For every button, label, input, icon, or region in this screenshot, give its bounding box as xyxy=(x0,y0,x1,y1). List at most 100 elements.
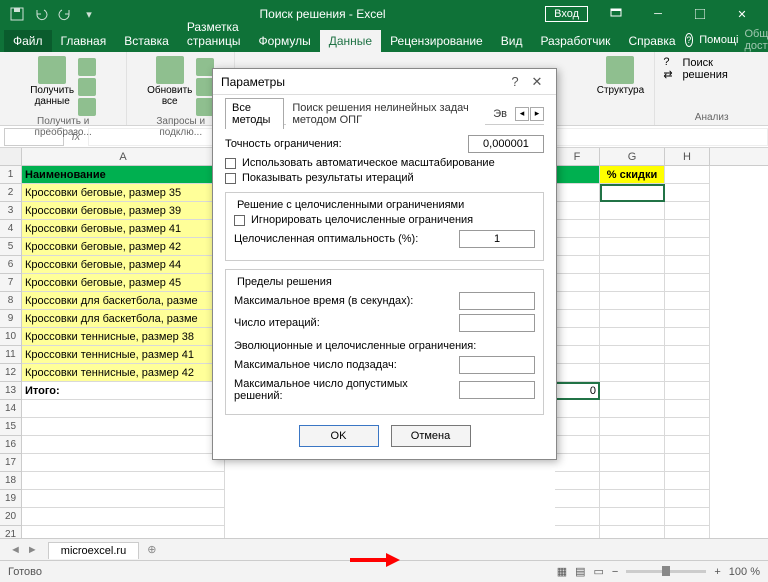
cell[interactable] xyxy=(665,184,710,202)
redo-icon[interactable] xyxy=(54,3,76,25)
cell[interactable] xyxy=(555,508,600,526)
cell[interactable] xyxy=(600,490,665,508)
cell[interactable] xyxy=(600,220,665,238)
cell[interactable] xyxy=(600,328,665,346)
tell-me-label[interactable]: Помощі xyxy=(699,34,738,46)
ok-button[interactable]: OK xyxy=(299,425,379,447)
cell[interactable] xyxy=(600,382,665,400)
cell[interactable]: % скидки xyxy=(600,166,665,184)
cell[interactable] xyxy=(555,238,600,256)
sheet-tab[interactable]: microexcel.ru xyxy=(48,542,139,559)
tab-view[interactable]: Вид xyxy=(492,30,532,52)
from-web-icon[interactable] xyxy=(78,78,96,96)
cell[interactable]: Кроссовки беговые, размер 35 xyxy=(22,184,225,202)
row-header[interactable]: 8 xyxy=(0,292,22,310)
cell[interactable] xyxy=(555,292,600,310)
view-pagebreak-icon[interactable]: ▭ xyxy=(594,565,604,578)
outline-button[interactable]: Структура xyxy=(597,54,644,110)
cell[interactable] xyxy=(555,184,600,202)
cell[interactable] xyxy=(600,184,665,202)
cell[interactable] xyxy=(555,166,600,184)
row-header[interactable]: 19 xyxy=(0,490,22,508)
cell[interactable] xyxy=(22,400,225,418)
cell[interactable] xyxy=(600,238,665,256)
cell[interactable] xyxy=(600,400,665,418)
zoom-slider[interactable] xyxy=(626,570,706,573)
tab-data[interactable]: Данные xyxy=(320,30,381,52)
from-table-icon[interactable] xyxy=(78,98,96,116)
row-header[interactable]: 6 xyxy=(0,256,22,274)
close-icon[interactable]: ✕ xyxy=(722,2,762,26)
row-header[interactable]: 9 xyxy=(0,310,22,328)
dialog-help-icon[interactable]: ? xyxy=(504,74,526,89)
tab-home[interactable]: Главная xyxy=(52,30,116,52)
cell[interactable]: Кроссовки беговые, размер 39 xyxy=(22,202,225,220)
cancel-button[interactable]: Отмена xyxy=(391,425,471,447)
cell[interactable] xyxy=(555,256,600,274)
sheet-nav-next-icon[interactable]: ► xyxy=(27,544,38,556)
cell[interactable]: Наименование xyxy=(22,166,225,184)
cell[interactable] xyxy=(555,472,600,490)
cell[interactable]: Кроссовки беговые, размер 44 xyxy=(22,256,225,274)
login-button[interactable]: Вход xyxy=(545,6,588,22)
row-header[interactable]: 14 xyxy=(0,400,22,418)
cell[interactable] xyxy=(665,238,710,256)
cell[interactable] xyxy=(555,274,600,292)
cell[interactable]: Итого: xyxy=(22,382,225,400)
max-time-input[interactable] xyxy=(459,292,535,310)
row-header[interactable]: 17 xyxy=(0,454,22,472)
tab-file[interactable]: Файл xyxy=(4,30,52,52)
row-header[interactable]: 16 xyxy=(0,436,22,454)
share-button[interactable]: Общий доступ xyxy=(744,28,768,52)
precision-input[interactable] xyxy=(468,135,544,153)
cell[interactable] xyxy=(555,436,600,454)
int-optimality-input[interactable] xyxy=(459,230,535,248)
save-icon[interactable] xyxy=(6,3,28,25)
cell[interactable] xyxy=(600,472,665,490)
zoom-level[interactable]: 100 % xyxy=(729,566,760,578)
cell[interactable] xyxy=(665,346,710,364)
row-header[interactable]: 11 xyxy=(0,346,22,364)
sheet-nav-prev-icon[interactable]: ◄ xyxy=(10,544,21,556)
cell[interactable] xyxy=(665,166,710,184)
tab-scroll-right-icon[interactable]: ▸ xyxy=(530,107,544,121)
col-header-h[interactable]: H xyxy=(665,148,710,165)
cell[interactable] xyxy=(665,418,710,436)
ignore-integer-checkbox[interactable]: Игнорировать целочисленные ограничения xyxy=(234,214,535,226)
tell-me-icon[interactable]: ? xyxy=(685,33,694,47)
cell[interactable] xyxy=(600,436,665,454)
cell[interactable]: Кроссовки беговые, размер 41 xyxy=(22,220,225,238)
dlg-tab-evo[interactable]: Эв xyxy=(487,105,513,123)
row-header[interactable]: 7 xyxy=(0,274,22,292)
max-subproblems-input[interactable] xyxy=(459,356,535,374)
cell[interactable] xyxy=(555,400,600,418)
cell[interactable] xyxy=(555,202,600,220)
cell[interactable] xyxy=(555,418,600,436)
row-header[interactable]: 5 xyxy=(0,238,22,256)
cell[interactable] xyxy=(600,508,665,526)
cell[interactable] xyxy=(600,364,665,382)
tab-review[interactable]: Рецензирование xyxy=(381,30,492,52)
cell[interactable] xyxy=(600,274,665,292)
row-header[interactable]: 12 xyxy=(0,364,22,382)
row-header[interactable]: 3 xyxy=(0,202,22,220)
cell[interactable] xyxy=(665,364,710,382)
cell[interactable]: 0 xyxy=(555,382,600,400)
dlg-tab-all-methods[interactable]: Все методы xyxy=(225,98,284,129)
cell[interactable] xyxy=(600,202,665,220)
ribbon-options-icon[interactable] xyxy=(596,2,636,26)
from-text-icon[interactable] xyxy=(78,58,96,76)
cell[interactable] xyxy=(665,472,710,490)
cell[interactable] xyxy=(555,490,600,508)
show-iterations-checkbox[interactable]: Показывать результаты итераций xyxy=(225,172,544,184)
iterations-input[interactable] xyxy=(459,314,535,332)
cell[interactable] xyxy=(665,274,710,292)
cell[interactable] xyxy=(600,454,665,472)
cell[interactable] xyxy=(22,508,225,526)
cell[interactable] xyxy=(665,220,710,238)
col-header-f[interactable]: F xyxy=(555,148,600,165)
view-pagelayout-icon[interactable]: ▤ xyxy=(575,565,585,578)
cell[interactable] xyxy=(22,472,225,490)
cell[interactable] xyxy=(600,418,665,436)
cell[interactable] xyxy=(600,310,665,328)
